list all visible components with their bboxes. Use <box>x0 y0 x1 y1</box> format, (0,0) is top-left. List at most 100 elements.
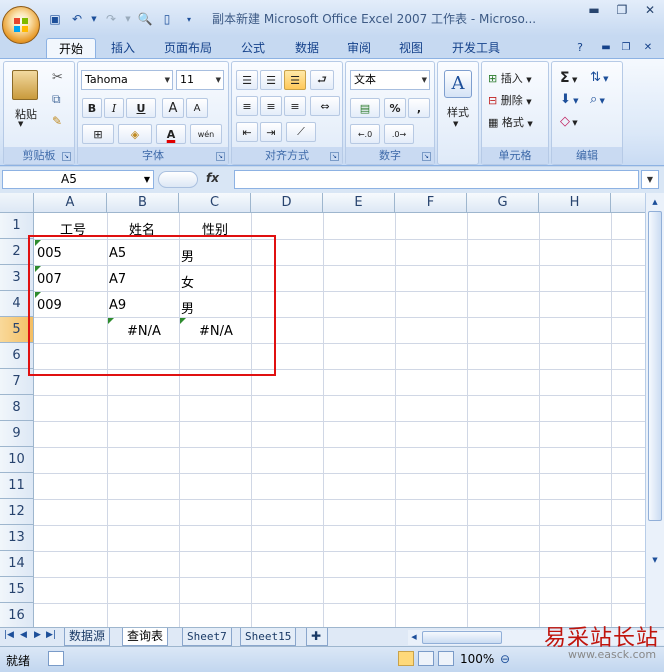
tab-page-layout[interactable]: 页面布局 <box>156 38 220 58</box>
first-sheet-icon[interactable]: |◀ <box>4 630 14 640</box>
close-icon[interactable]: ✕ <box>636 0 664 20</box>
office-button[interactable] <box>2 6 40 44</box>
tab-data[interactable]: 数据 <box>286 38 328 58</box>
last-sheet-icon[interactable]: ▶| <box>46 630 56 640</box>
row-header-16[interactable]: 16 <box>0 603 34 627</box>
next-sheet-icon[interactable]: ▶ <box>34 630 41 640</box>
column-header-d[interactable]: D <box>251 193 323 213</box>
delete-cells-button[interactable]: ⊟ 删除 ▼ <box>488 92 532 108</box>
alignment-launcher-icon[interactable]: ↘ <box>330 152 339 161</box>
tab-view[interactable]: 视图 <box>390 38 432 58</box>
row-header-10[interactable]: 10 <box>0 447 34 473</box>
print-preview-icon[interactable]: 🔍 <box>136 10 154 28</box>
tab-home[interactable]: 开始 <box>46 38 96 58</box>
help-icon[interactable]: ? <box>570 38 590 58</box>
paste-icon[interactable] <box>12 70 38 100</box>
row-header-9[interactable]: 9 <box>0 421 34 447</box>
align-bottom-button[interactable]: ☰ <box>284 70 306 90</box>
customize-qat-icon[interactable]: ▾ <box>180 10 198 28</box>
row-header-15[interactable]: 15 <box>0 577 34 603</box>
borders-button[interactable]: ⊞ <box>82 124 114 144</box>
name-box[interactable]: A5 ▼ <box>2 170 154 189</box>
align-top-button[interactable]: ☰ <box>236 70 258 90</box>
scroll-up-icon[interactable]: ▲ <box>648 195 662 209</box>
number-format-select[interactable]: 文本 ▼ <box>350 70 430 90</box>
row-header-11[interactable]: 11 <box>0 473 34 499</box>
workbook-restore-icon[interactable]: ❐ <box>616 38 636 58</box>
fill-button[interactable]: ⬇ ▼ <box>560 92 579 107</box>
column-header-c[interactable]: C <box>179 193 251 213</box>
percent-button[interactable]: % <box>384 98 406 118</box>
align-right-button[interactable]: ≡ <box>284 96 306 116</box>
decrease-decimal-button[interactable]: .0→ <box>384 124 414 144</box>
increase-indent-button[interactable]: ⇥ <box>260 122 282 142</box>
merge-center-button[interactable]: ⇔ <box>310 96 340 116</box>
sheet-tab-query[interactable]: 查询表 <box>122 628 169 646</box>
styles-icon[interactable]: A <box>444 70 472 98</box>
redo-dropdown-icon[interactable]: ▼ <box>124 10 132 28</box>
insert-function-button[interactable]: fx <box>206 171 219 185</box>
autosum-button[interactable]: Σ ▼ <box>560 70 577 86</box>
column-header-a[interactable]: A <box>34 193 107 213</box>
redo-icon[interactable]: ↷ <box>102 10 120 28</box>
macro-record-icon[interactable] <box>48 651 64 666</box>
expand-formula-bar-icon[interactable]: ▼ <box>641 170 659 189</box>
row-header-13[interactable]: 13 <box>0 525 34 551</box>
zoom-out-icon[interactable]: ⊖ <box>500 652 510 666</box>
save-icon[interactable]: ▣ <box>46 10 64 28</box>
tab-formulas[interactable]: 公式 <box>232 38 274 58</box>
undo-dropdown-icon[interactable]: ▼ <box>90 10 98 28</box>
zoom-level[interactable]: 100% <box>460 652 494 666</box>
sheet-tab-sheet15[interactable]: Sheet15 <box>240 628 297 646</box>
grow-font-button[interactable]: A <box>162 98 184 118</box>
format-cells-button[interactable]: ▦ 格式 ▼ <box>488 114 533 130</box>
orientation-button[interactable]: ⟋ <box>286 122 316 142</box>
formula-input[interactable] <box>234 170 639 189</box>
number-launcher-icon[interactable]: ↘ <box>422 152 431 161</box>
styles-dropdown-icon[interactable]: ▼ <box>453 120 458 128</box>
italic-button[interactable]: I <box>104 98 124 118</box>
align-middle-button[interactable]: ☰ <box>260 70 282 90</box>
find-select-button[interactable]: ⌕ ▼ <box>590 92 605 107</box>
font-color-button[interactable]: A <box>156 124 186 144</box>
restore-icon[interactable]: ❐ <box>608 0 636 20</box>
page-break-view-icon[interactable] <box>438 651 454 666</box>
workbook-close-icon[interactable]: ✕ <box>638 38 658 58</box>
column-header-b[interactable]: B <box>107 193 179 213</box>
accounting-format-button[interactable]: ▤ <box>350 98 380 118</box>
align-left-button[interactable]: ≡ <box>236 96 258 116</box>
shrink-font-button[interactable]: A <box>186 98 208 118</box>
formula-bar-splitter[interactable] <box>158 171 198 188</box>
paste-label[interactable]: 粘贴 <box>8 106 44 122</box>
column-header-h[interactable]: H <box>539 193 611 213</box>
copy-icon[interactable]: ⧉ <box>52 92 61 107</box>
new-document-icon[interactable]: ▯ <box>158 10 176 28</box>
column-header-f[interactable]: F <box>395 193 467 213</box>
clear-button[interactable]: ◇ ▼ <box>560 114 578 129</box>
insert-cells-button[interactable]: ⊞ 插入 ▼ <box>488 70 532 86</box>
column-header-g[interactable]: G <box>467 193 539 213</box>
align-center-button[interactable]: ≡ <box>260 96 282 116</box>
fill-color-button[interactable]: ◈ <box>118 124 152 144</box>
normal-view-icon[interactable] <box>398 651 414 666</box>
scroll-down-icon[interactable]: ▼ <box>648 553 662 567</box>
minimize-icon[interactable]: ▬ <box>580 0 608 20</box>
row-header-8[interactable]: 8 <box>0 395 34 421</box>
tab-developer[interactable]: 开发工具 <box>444 38 508 58</box>
paste-dropdown-icon[interactable]: ▼ <box>18 120 23 128</box>
format-painter-icon[interactable]: ✎ <box>52 114 62 128</box>
ribbon-minimize-icon[interactable]: ▬ <box>596 38 616 58</box>
insert-sheet-icon[interactable]: ✚ <box>306 628 328 646</box>
tab-review[interactable]: 审阅 <box>338 38 380 58</box>
row-header-14[interactable]: 14 <box>0 551 34 577</box>
horizontal-scroll-thumb[interactable] <box>422 631 502 644</box>
column-header-e[interactable]: E <box>323 193 395 213</box>
font-launcher-icon[interactable]: ↘ <box>216 152 225 161</box>
sort-filter-button[interactable]: ⇅ ▼ <box>590 70 609 85</box>
styles-label[interactable]: 样式 <box>442 104 474 120</box>
underline-button[interactable]: U <box>126 98 156 118</box>
vertical-scrollbar[interactable]: ▲ ▼ <box>645 193 664 627</box>
sheet-tab-data-source[interactable]: 数据源 <box>64 628 111 646</box>
select-all-button[interactable] <box>0 193 34 213</box>
undo-icon[interactable]: ↶ <box>68 10 86 28</box>
